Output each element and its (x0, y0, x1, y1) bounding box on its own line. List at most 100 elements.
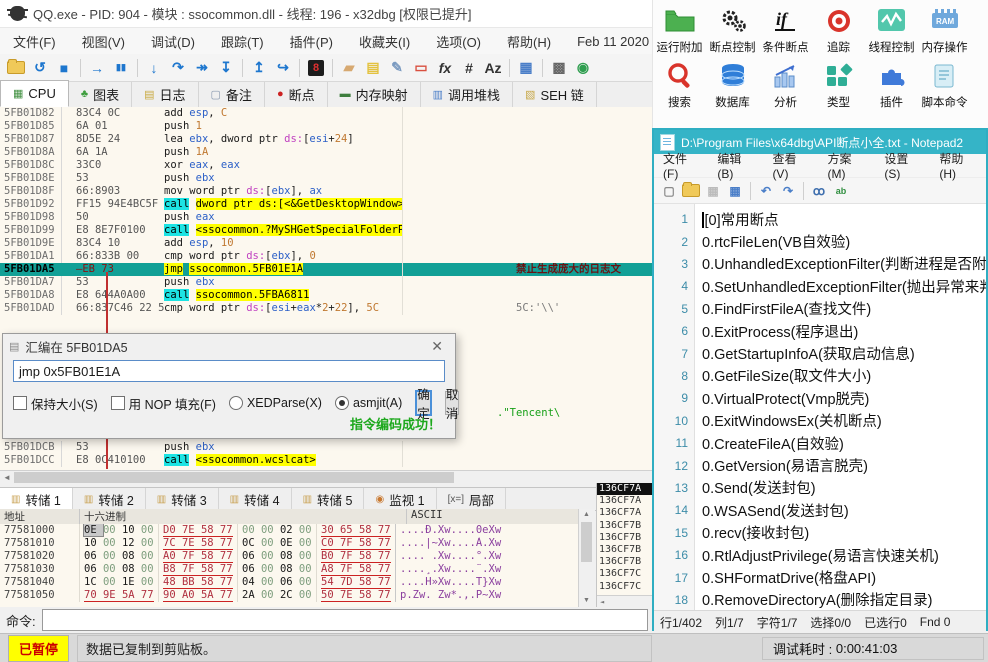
hex-byte[interactable]: 00 (299, 524, 312, 536)
hex-byte[interactable]: 10 (84, 537, 103, 549)
launcher-item-线程控制[interactable]: 线程控制 (865, 4, 918, 55)
dump-tab-转储 2[interactable]: ▥ 转储 2 (73, 488, 146, 510)
stack-row[interactable]: 136CF7B (597, 556, 653, 568)
step-into-icon[interactable]: ↓ (143, 58, 165, 78)
hex-byte[interactable]: BB (181, 576, 201, 589)
hex-byte[interactable]: 77 (377, 524, 391, 537)
hex-byte[interactable]: 06 (242, 563, 261, 575)
hex-byte[interactable]: 54 (321, 576, 340, 589)
launcher-item-追踪[interactable]: 追踪 (812, 4, 865, 55)
stack-row[interactable]: 136CF7A (597, 507, 653, 519)
hex-byte[interactable]: 00 (261, 524, 280, 536)
find-icon[interactable]: ꝏ (809, 182, 829, 200)
menu-item-8[interactable]: Feb 11 2020 (564, 30, 662, 53)
hex-byte[interactable]: 77 (219, 589, 233, 602)
hex-byte[interactable]: 2C (280, 589, 299, 601)
hex-byte[interactable]: B8 (163, 563, 182, 576)
disasm-horizontal-scrollbar[interactable]: ◄ (0, 470, 652, 485)
hex-byte[interactable]: 58 (358, 524, 378, 537)
open-file-icon[interactable] (5, 58, 27, 78)
hex-byte[interactable]: 58 (200, 563, 220, 576)
scrollbar-thumb[interactable] (581, 522, 592, 562)
assemble-instruction-input[interactable]: jmp 0x5FB01E1A (13, 360, 445, 382)
radio-0[interactable]: XEDParse(X) (228, 396, 322, 410)
hex-byte[interactable]: 00 (103, 550, 122, 562)
hex-byte[interactable]: 58 (200, 576, 220, 589)
dump-tab-转储 5[interactable]: ▥ 转储 5 (292, 488, 365, 510)
hex-byte[interactable]: 00 (261, 563, 280, 575)
menu-item-6[interactable]: 选项(O) (423, 28, 494, 55)
hex-byte[interactable]: 58 (358, 563, 378, 576)
hex-byte[interactable]: A8 (321, 563, 340, 576)
hex-byte[interactable]: 02 (280, 524, 299, 536)
editor-line[interactable]: 6 0.ExitProcess(程序退出) (654, 320, 986, 342)
hex-byte[interactable]: 00 (141, 537, 154, 549)
open-file-icon[interactable] (681, 182, 701, 200)
tab-SEH 链[interactable]: ▧ SEH 链 (513, 82, 597, 107)
scrollbar-thumb[interactable] (14, 472, 454, 483)
launcher-item-内存操作[interactable]: RAM 内存操作 (918, 4, 971, 55)
hex-byte[interactable]: 1E (122, 576, 141, 588)
hex-byte[interactable]: 10 (122, 524, 141, 536)
launcher-item-条件断点[interactable]: if 条件断点 (759, 4, 812, 55)
comment-icon[interactable]: ▤ (362, 58, 384, 78)
dump-tab-转储 4[interactable]: ▥ 转储 4 (219, 488, 292, 510)
dump-vertical-scrollbar[interactable]: ▲ ▼ (578, 509, 595, 607)
hex-byte[interactable]: 50 (321, 589, 340, 602)
hex-byte[interactable]: 58 (200, 524, 220, 537)
hex-byte[interactable]: 00 (299, 589, 312, 601)
hex-byte[interactable]: 00 (261, 589, 280, 601)
stack-row[interactable]: 136CF7A (597, 483, 653, 496)
stack-view[interactable]: 136CF7A 136CF7A 136CF7A 136CF7B 136CF7B 136CF… (596, 483, 653, 607)
close-icon[interactable]: ✕ (425, 338, 449, 355)
hex-byte[interactable]: 00 (261, 537, 280, 549)
hex-byte[interactable]: 77 (219, 550, 233, 563)
stack-horizontal-scrollbar[interactable]: ◄ (597, 595, 653, 607)
hex-row[interactable]: 77581020 06 00 08 00 A0 7F 58 77 06 00 08 0… (0, 550, 578, 563)
np-menu-item-5[interactable]: 帮助(H) (930, 147, 986, 184)
hex-dump-view[interactable]: 77581000 0E 00 10 00 D0 7E 58 77 00 00 02 0… (0, 524, 578, 607)
hex-row[interactable]: 77581030 06 00 08 00 B8 7F 58 77 06 00 08 0… (0, 563, 578, 576)
checkbox-0[interactable]: 保持大小(S) (13, 394, 98, 413)
hex-byte[interactable]: 00 (141, 550, 154, 562)
hex-byte[interactable]: 00 (242, 524, 261, 536)
tab-日志[interactable]: ▤ 日志 (132, 82, 199, 107)
stack-row[interactable]: 136CF7B (597, 532, 653, 544)
hex-byte[interactable]: 00 (103, 537, 122, 549)
save-icon[interactable]: ▦ (703, 182, 723, 200)
editor-line[interactable]: 5 0.FindFirstFileA(查找文件) (654, 298, 986, 320)
hex-byte[interactable]: 00 (299, 576, 312, 588)
np-menu-item-3[interactable]: 方案(M) (818, 147, 875, 184)
hex-byte[interactable]: 08 (280, 563, 299, 575)
hex-byte[interactable]: 00 (103, 524, 122, 536)
hex-byte[interactable]: 77 (219, 563, 233, 576)
stack-row[interactable]: 136CF7C (597, 568, 653, 580)
hex-byte[interactable]: 7F (339, 537, 359, 550)
launcher-item-搜索[interactable]: 搜索 (653, 59, 706, 110)
editor-line[interactable]: 12 0.GetVersion(易语言脱壳) (654, 454, 986, 476)
tab-图表[interactable]: ♣ 图表 (69, 82, 133, 107)
hex-byte[interactable]: 77 (377, 537, 391, 550)
undo-icon[interactable]: ↶ (756, 182, 776, 200)
execute-till-return-icon[interactable]: ↠ (191, 58, 213, 78)
redo-icon[interactable]: ↷ (778, 182, 798, 200)
np-menu-item-0[interactable]: 文件(F) (654, 147, 708, 184)
run-to-user-code-icon[interactable]: ↥ (248, 58, 270, 78)
hex-byte[interactable]: 0E (83, 524, 104, 537)
hex-byte[interactable]: 58 (200, 537, 220, 550)
hex-byte[interactable]: 12 (122, 537, 141, 549)
paperclip-icon[interactable]: ✎ (386, 58, 408, 78)
menu-item-4[interactable]: 插件(P) (277, 28, 346, 55)
hex-byte[interactable]: 58 (358, 576, 378, 589)
np-menu-item-1[interactable]: 编辑(B) (708, 147, 763, 184)
launcher-item-脚本命令[interactable]: 脚本命令 (918, 59, 971, 110)
hex-row[interactable]: 77581010 10 00 12 00 7C 7E 58 77 0C 00 0E 0… (0, 537, 578, 550)
hex-byte[interactable]: 08 (280, 550, 299, 562)
dump-tab-局部[interactable]: [x=] 局部 (437, 488, 507, 510)
launcher-item-类型[interactable]: 类型 (812, 59, 865, 110)
editor-line[interactable]: 18 0.RemoveDirectoryA(删除指定目录) (654, 589, 986, 610)
fx-icon[interactable]: fx (434, 58, 456, 78)
scroll-left-arrow-icon[interactable]: ◄ (0, 471, 14, 484)
hex-row[interactable]: 77581040 1C 00 1E 00 48 BB 58 77 04 00 06 0… (0, 576, 578, 589)
editor-line[interactable]: 8 0.GetFileSize(取文件大小) (654, 365, 986, 387)
